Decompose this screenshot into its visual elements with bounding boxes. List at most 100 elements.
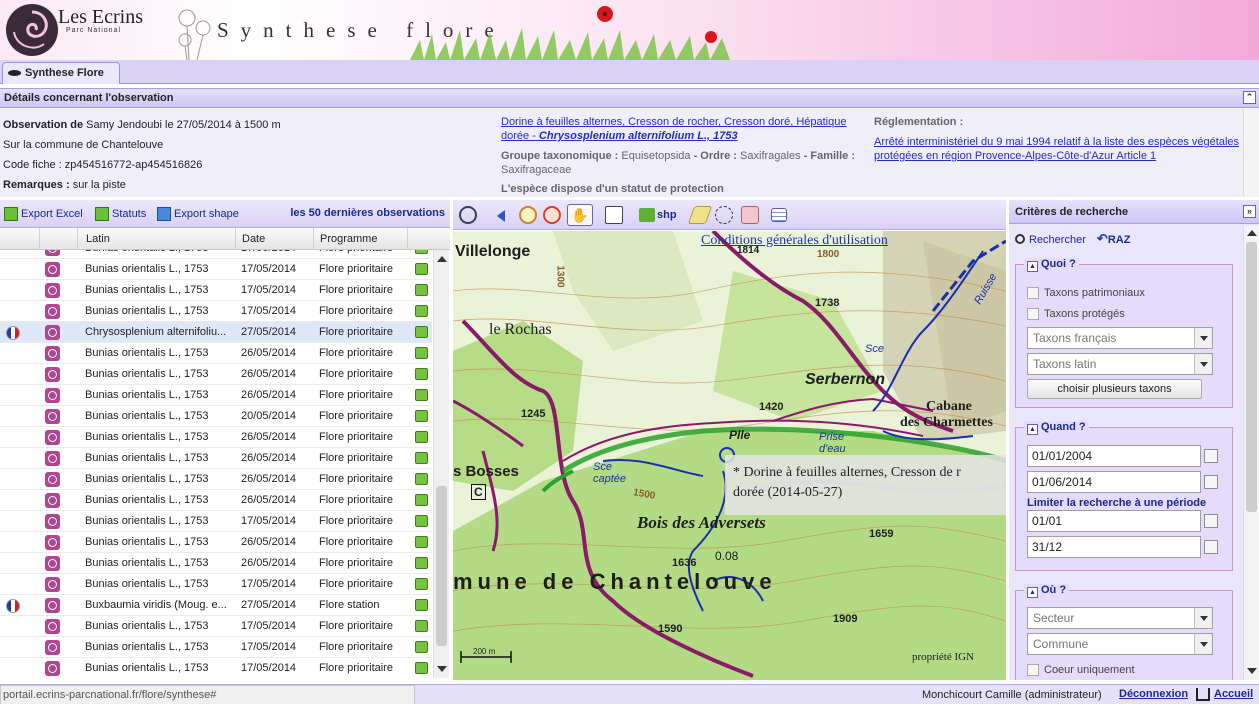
criteria-scrollbar[interactable] [1243,226,1259,680]
calendar-icon[interactable] [1204,540,1218,554]
chevron-down-icon[interactable] [1194,608,1212,628]
statuts-button[interactable]: Statuts [95,207,146,221]
collapse-up-icon[interactable]: ⌃ [1243,91,1256,104]
zoom-to-observation-icon[interactable] [415,620,428,632]
taxon-link[interactable]: Dorine à feuilles alternes, Cresson de r… [501,116,846,142]
legend-list-icon[interactable] [771,208,787,222]
eraser-icon[interactable] [741,206,759,224]
choose-taxa-button[interactable]: choisir plusieurs taxons [1027,379,1202,399]
col-programme[interactable]: Programme [314,228,408,250]
logout-link[interactable]: Déconnexion [1119,688,1188,700]
toggle-up-icon[interactable]: ▲ [1027,424,1038,435]
zoom-to-observation-icon[interactable] [415,494,428,506]
table-row[interactable]: Bunias orientalis L., 1753 17/05/2014 Flor… [0,574,432,595]
zoom-to-observation-icon[interactable] [415,473,428,485]
draw-rectangle-icon[interactable] [687,206,713,224]
zoom-to-observation-icon[interactable] [415,326,428,338]
table-row[interactable]: Bunias orientalis L., 1753 26/05/2014 Flor… [0,448,432,469]
draw-circle-icon[interactable] [715,206,733,224]
criteria-scroll-thumb[interactable] [1246,242,1257,512]
reglementation-link[interactable]: Arrêté interministériel du 9 mai 1994 re… [874,135,1242,163]
raz-button[interactable]: ↶RAZ [1097,231,1131,246]
table-row[interactable]: Bunias orientalis L., 1753 26/05/2014 Flor… [0,385,432,406]
checkbox-box[interactable] [1027,664,1039,676]
table-row[interactable]: Bunias orientalis L., 1753 26/05/2014 Flor… [0,490,432,511]
table-row[interactable]: Bunias orientalis L., 1753 26/05/2014 Flor… [0,364,432,385]
taxons-latin-select[interactable]: Taxons latin [1027,353,1213,375]
pan-hand-icon[interactable]: ✋ [567,204,593,226]
table-row[interactable]: Bunias orientalis L., 1753 17/05/2014 Flor… [0,259,432,280]
table-row[interactable]: Bunias orientalis L., 1753 26/05/2014 Flor… [0,553,432,574]
quand-legend[interactable]: ▲ Quand ? [1024,421,1089,435]
previous-view-icon[interactable] [497,210,505,222]
table-row[interactable]: Bunias orientalis L., 1753 17/05/2014 Flor… [0,250,432,259]
date-to-input[interactable]: 01/06/2014 [1027,471,1201,493]
zoom-to-observation-icon[interactable] [415,662,428,674]
zoom-to-observation-icon[interactable] [415,410,428,422]
zoom-to-observation-icon[interactable] [415,557,428,569]
topographic-map[interactable]: Conditions générales d'utilisation Ville… [453,231,1006,680]
scroll-up-icon[interactable] [1247,230,1257,236]
calendar-icon[interactable] [1204,449,1218,463]
table-row[interactable]: Bunias orientalis L., 1753 17/05/2014 Flor… [0,301,432,322]
col-date[interactable]: Date [236,228,314,250]
tab-synthese-flore[interactable]: Synthese Flore [2,62,120,84]
home-link[interactable]: Accueil [1196,688,1253,701]
zoom-to-observation-icon[interactable] [415,578,428,590]
period-from-input[interactable]: 01/01 [1027,510,1201,532]
table-row[interactable]: Bunias orientalis L., 1753 20/05/2014 Flor… [0,406,432,427]
col-latin[interactable]: Latin [78,228,236,250]
zoom-to-observation-icon[interactable] [415,599,428,611]
chevron-down-icon[interactable] [1194,354,1212,374]
zoom-to-observation-icon[interactable] [415,368,428,380]
checkbox-box[interactable] [1027,287,1039,299]
grid-scroll-thumb[interactable] [436,486,447,646]
zoom-to-observation-icon[interactable] [415,347,428,359]
zoom-to-observation-icon[interactable] [415,536,428,548]
scroll-down-icon[interactable] [437,666,447,672]
details-scrollbar[interactable] [1243,109,1259,197]
zoom-to-observation-icon[interactable] [415,305,428,317]
zoom-to-observation-icon[interactable] [415,263,428,275]
ou-legend[interactable]: ▲ Où ? [1024,584,1070,598]
chevron-down-icon[interactable] [1194,634,1212,654]
checkbox-box[interactable] [1027,308,1039,320]
toggle-up-icon[interactable]: ▲ [1027,261,1038,272]
secteur-select[interactable]: Secteur [1027,607,1213,629]
zoom-extent-icon[interactable] [459,206,477,224]
calendar-icon[interactable] [1204,475,1218,489]
table-row[interactable]: Buxbaumia viridis (Moug. e... 27/05/2014 F… [0,595,432,616]
table-row[interactable]: Bunias orientalis L., 1753 26/05/2014 Flor… [0,469,432,490]
table-row[interactable]: Bunias orientalis L., 1753 26/05/2014 Flor… [0,427,432,448]
table-row[interactable]: Bunias orientalis L., 1753 26/05/2014 Flor… [0,343,432,364]
zoom-out-icon[interactable] [543,206,561,224]
toggle-up-icon[interactable]: ▲ [1027,587,1038,598]
import-shp-button[interactable]: shp [639,206,687,224]
zoom-to-observation-icon[interactable] [415,452,428,464]
table-row[interactable]: Bunias orientalis L., 1753 17/05/2014 Flor… [0,511,432,532]
proteges-checkbox[interactable]: Taxons protégés [1027,307,1125,321]
table-row[interactable]: Bunias orientalis L., 1753 17/05/2014 Flor… [0,658,432,678]
quoi-legend[interactable]: ▲ Quoi ? [1024,258,1079,272]
commune-select[interactable]: Commune [1027,633,1213,655]
zoom-to-observation-icon[interactable] [415,641,428,653]
table-row[interactable]: Bunias orientalis L., 1753 17/05/2014 Flor… [0,280,432,301]
zoom-to-observation-icon[interactable] [415,389,428,401]
calendar-icon[interactable] [1204,514,1218,528]
export-shape-button[interactable]: Export shape [157,207,239,221]
export-excel-button[interactable]: Export Excel [4,207,83,221]
grid-scrollbar[interactable] [433,250,449,678]
table-row[interactable]: Bunias orientalis L., 1753 17/05/2014 Flor… [0,637,432,658]
collapse-right-icon[interactable]: » [1243,205,1256,218]
scroll-up-icon[interactable] [437,256,447,262]
coeur-checkbox[interactable]: Coeur uniquement [1027,663,1135,677]
zoom-in-icon[interactable] [519,206,537,224]
zoom-to-observation-icon[interactable] [415,284,428,296]
date-from-input[interactable]: 01/01/2004 [1027,445,1201,467]
zoom-to-observation-icon[interactable] [415,431,428,443]
zoom-to-observation-icon[interactable] [415,515,428,527]
draw-polygon-icon[interactable] [605,206,623,224]
period-to-input[interactable]: 31/12 [1027,536,1201,558]
table-row[interactable]: Bunias orientalis L., 1753 17/05/2014 Flor… [0,616,432,637]
cgu-link[interactable]: Conditions générales d'utilisation [701,233,888,249]
